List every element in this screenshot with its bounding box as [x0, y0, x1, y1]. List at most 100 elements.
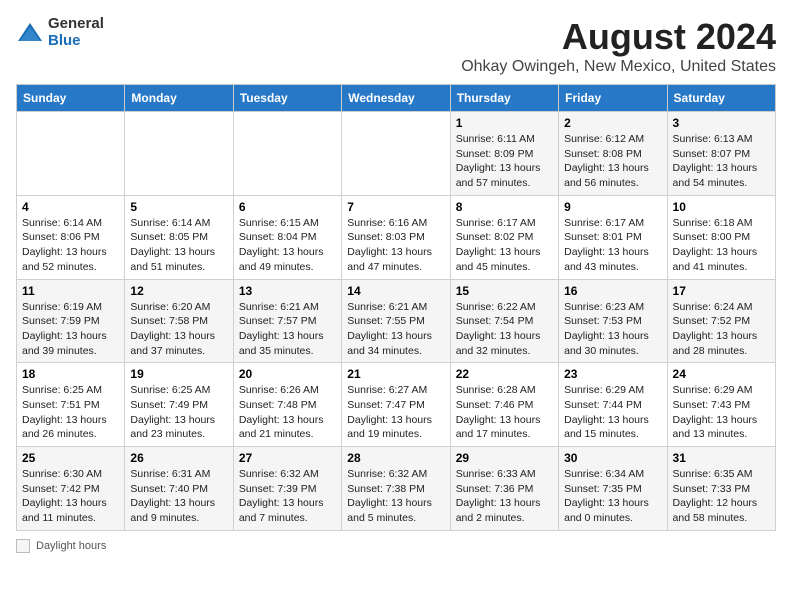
- calendar-day-header: Tuesday: [233, 85, 341, 112]
- calendar-cell: 27 Sunrise: 6:32 AM Sunset: 7:39 PM Dayli…: [233, 447, 341, 531]
- page-title: August 2024: [461, 16, 776, 58]
- day-info: Sunrise: 6:17 AM Sunset: 8:02 PM Dayligh…: [456, 216, 553, 275]
- calendar-day-header: Monday: [125, 85, 233, 112]
- day-info: Sunrise: 6:14 AM Sunset: 8:06 PM Dayligh…: [22, 216, 119, 275]
- day-info: Sunrise: 6:27 AM Sunset: 7:47 PM Dayligh…: [347, 383, 444, 442]
- day-info: Sunrise: 6:13 AM Sunset: 8:07 PM Dayligh…: [673, 132, 770, 191]
- calendar-cell: 28 Sunrise: 6:32 AM Sunset: 7:38 PM Dayli…: [342, 447, 450, 531]
- day-number: 19: [130, 367, 227, 381]
- calendar-cell: [17, 112, 125, 196]
- day-info: Sunrise: 6:22 AM Sunset: 7:54 PM Dayligh…: [456, 300, 553, 359]
- day-number: 27: [239, 451, 336, 465]
- page-subtitle: Ohkay Owingeh, New Mexico, United States: [461, 58, 776, 76]
- day-info: Sunrise: 6:19 AM Sunset: 7:59 PM Dayligh…: [22, 300, 119, 359]
- footer: Daylight hours: [16, 539, 776, 553]
- calendar-table: SundayMondayTuesdayWednesdayThursdayFrid…: [16, 84, 776, 531]
- calendar-cell: 30 Sunrise: 6:34 AM Sunset: 7:35 PM Dayli…: [559, 447, 667, 531]
- header: General Blue August 2024 Ohkay Owingeh, …: [16, 16, 776, 76]
- day-info: Sunrise: 6:33 AM Sunset: 7:36 PM Dayligh…: [456, 467, 553, 526]
- day-info: Sunrise: 6:21 AM Sunset: 7:55 PM Dayligh…: [347, 300, 444, 359]
- calendar-cell: 14Sunrise: 6:21 AM Sunset: 7:55 PM Dayli…: [342, 279, 450, 363]
- calendar-cell: 19 Sunrise: 6:25 AM Sunset: 7:49 PM Dayli…: [125, 363, 233, 447]
- calendar-cell: 15 Sunrise: 6:22 AM Sunset: 7:54 PM Dayli…: [450, 279, 558, 363]
- calendar-cell: 4Sunrise: 6:14 AM Sunset: 8:06 PM Daylig…: [17, 195, 125, 279]
- day-number: 23: [564, 367, 661, 381]
- daylight-box-icon: [16, 539, 30, 553]
- day-number: 9: [564, 200, 661, 214]
- calendar-cell: 2Sunrise: 6:12 AM Sunset: 8:08 PM Daylig…: [559, 112, 667, 196]
- day-number: 15: [456, 284, 553, 298]
- logo-general-text: General: [48, 16, 104, 33]
- logo-icon: [16, 19, 44, 47]
- day-number: 8: [456, 200, 553, 214]
- calendar-cell: 18Sunrise: 6:25 AM Sunset: 7:51 PM Dayli…: [17, 363, 125, 447]
- day-info: Sunrise: 6:35 AM Sunset: 7:33 PM Dayligh…: [673, 467, 770, 526]
- day-info: Sunrise: 6:16 AM Sunset: 8:03 PM Dayligh…: [347, 216, 444, 275]
- day-number: 28: [347, 451, 444, 465]
- calendar-cell: 25Sunrise: 6:30 AM Sunset: 7:42 PM Dayli…: [17, 447, 125, 531]
- day-number: 6: [239, 200, 336, 214]
- day-info: Sunrise: 6:32 AM Sunset: 7:38 PM Dayligh…: [347, 467, 444, 526]
- day-info: Sunrise: 6:20 AM Sunset: 7:58 PM Dayligh…: [130, 300, 227, 359]
- day-info: Sunrise: 6:11 AM Sunset: 8:09 PM Dayligh…: [456, 132, 553, 191]
- calendar-cell: 17Sunrise: 6:24 AM Sunset: 7:52 PM Dayli…: [667, 279, 775, 363]
- day-number: 11: [22, 284, 119, 298]
- calendar-day-header: Saturday: [667, 85, 775, 112]
- calendar-cell: 26 Sunrise: 6:31 AM Sunset: 7:40 PM Dayli…: [125, 447, 233, 531]
- day-number: 18: [22, 367, 119, 381]
- day-number: 24: [673, 367, 770, 381]
- calendar-cell: [125, 112, 233, 196]
- calendar-week-row: 1 Sunrise: 6:11 AM Sunset: 8:09 PM Daylig…: [17, 112, 776, 196]
- calendar-week-row: 25Sunrise: 6:30 AM Sunset: 7:42 PM Dayli…: [17, 447, 776, 531]
- title-area: August 2024 Ohkay Owingeh, New Mexico, U…: [461, 16, 776, 76]
- calendar-week-row: 11 Sunrise: 6:19 AM Sunset: 7:59 PM Dayli…: [17, 279, 776, 363]
- day-number: 10: [673, 200, 770, 214]
- day-number: 1: [456, 116, 553, 130]
- day-info: Sunrise: 6:34 AM Sunset: 7:35 PM Dayligh…: [564, 467, 661, 526]
- calendar-cell: 8 Sunrise: 6:17 AM Sunset: 8:02 PM Daylig…: [450, 195, 558, 279]
- calendar-cell: 24 Sunrise: 6:29 AM Sunset: 7:43 PM Dayli…: [667, 363, 775, 447]
- day-info: Sunrise: 6:28 AM Sunset: 7:46 PM Dayligh…: [456, 383, 553, 442]
- day-info: Sunrise: 6:29 AM Sunset: 7:44 PM Dayligh…: [564, 383, 661, 442]
- day-number: 29: [456, 451, 553, 465]
- day-number: 16: [564, 284, 661, 298]
- calendar-cell: 21 Sunrise: 6:27 AM Sunset: 7:47 PM Dayli…: [342, 363, 450, 447]
- day-number: 25: [22, 451, 119, 465]
- day-info: Sunrise: 6:17 AM Sunset: 8:01 PM Dayligh…: [564, 216, 661, 275]
- calendar-cell: 20Sunrise: 6:26 AM Sunset: 7:48 PM Dayli…: [233, 363, 341, 447]
- day-info: Sunrise: 6:31 AM Sunset: 7:40 PM Dayligh…: [130, 467, 227, 526]
- day-info: Sunrise: 6:29 AM Sunset: 7:43 PM Dayligh…: [673, 383, 770, 442]
- calendar-cell: 7 Sunrise: 6:16 AM Sunset: 8:03 PM Daylig…: [342, 195, 450, 279]
- logo: General Blue: [16, 16, 104, 49]
- day-number: 7: [347, 200, 444, 214]
- day-number: 2: [564, 116, 661, 130]
- day-number: 21: [347, 367, 444, 381]
- daylight-label: Daylight hours: [36, 540, 106, 552]
- logo-blue-text: Blue: [48, 33, 104, 50]
- logo-text: General Blue: [48, 16, 104, 49]
- calendar-cell: 31 Sunrise: 6:35 AM Sunset: 7:33 PM Dayli…: [667, 447, 775, 531]
- day-number: 5: [130, 200, 227, 214]
- day-number: 20: [239, 367, 336, 381]
- calendar-week-row: 4Sunrise: 6:14 AM Sunset: 8:06 PM Daylig…: [17, 195, 776, 279]
- calendar-cell: 13Sunrise: 6:21 AM Sunset: 7:57 PM Dayli…: [233, 279, 341, 363]
- day-info: Sunrise: 6:32 AM Sunset: 7:39 PM Dayligh…: [239, 467, 336, 526]
- day-info: Sunrise: 6:15 AM Sunset: 8:04 PM Dayligh…: [239, 216, 336, 275]
- calendar-day-header: Friday: [559, 85, 667, 112]
- day-number: 30: [564, 451, 661, 465]
- day-info: Sunrise: 6:14 AM Sunset: 8:05 PM Dayligh…: [130, 216, 227, 275]
- calendar-cell: 6 Sunrise: 6:15 AM Sunset: 8:04 PM Daylig…: [233, 195, 341, 279]
- day-number: 31: [673, 451, 770, 465]
- day-number: 26: [130, 451, 227, 465]
- calendar-cell: 11 Sunrise: 6:19 AM Sunset: 7:59 PM Dayli…: [17, 279, 125, 363]
- day-info: Sunrise: 6:25 AM Sunset: 7:49 PM Dayligh…: [130, 383, 227, 442]
- calendar-cell: 9 Sunrise: 6:17 AM Sunset: 8:01 PM Daylig…: [559, 195, 667, 279]
- calendar-cell: [342, 112, 450, 196]
- calendar-cell: 16Sunrise: 6:23 AM Sunset: 7:53 PM Dayli…: [559, 279, 667, 363]
- day-number: 3: [673, 116, 770, 130]
- calendar-cell: 5 Sunrise: 6:14 AM Sunset: 8:05 PM Daylig…: [125, 195, 233, 279]
- calendar-day-header: Thursday: [450, 85, 558, 112]
- calendar-day-header: Sunday: [17, 85, 125, 112]
- day-number: 17: [673, 284, 770, 298]
- calendar-day-header: Wednesday: [342, 85, 450, 112]
